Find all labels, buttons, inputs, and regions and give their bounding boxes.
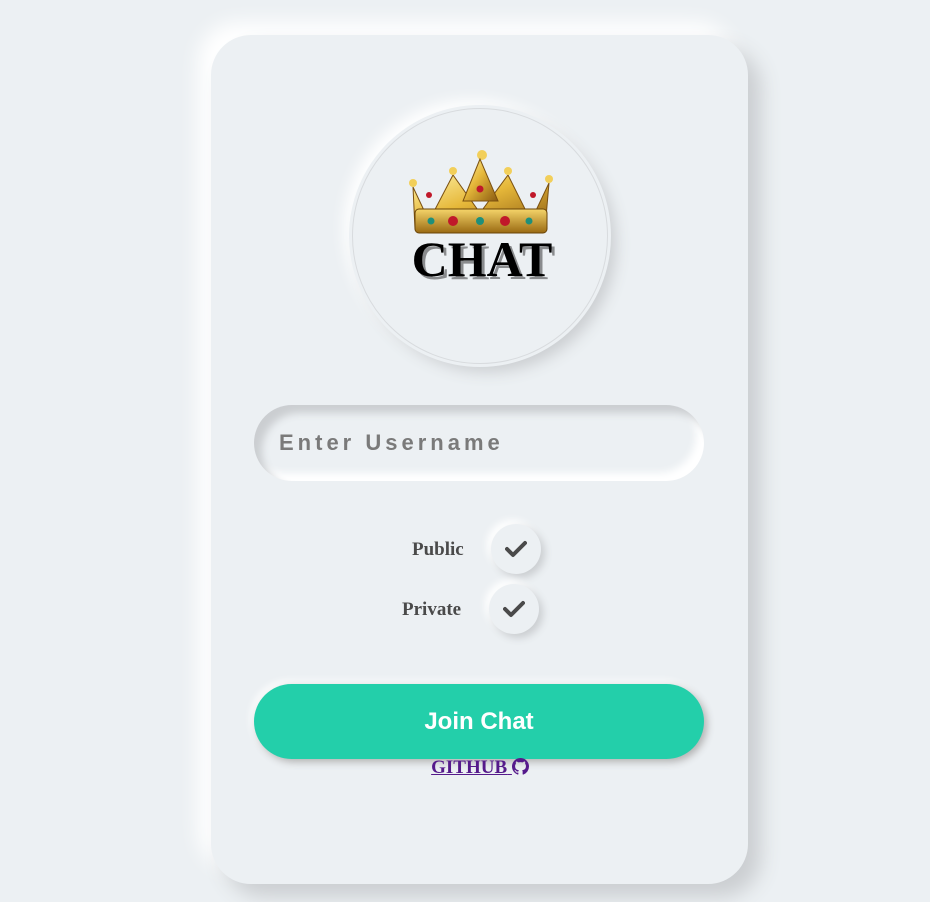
github-link[interactable]: GITHUB	[0, 757, 930, 779]
github-link-label: GITHUB	[431, 757, 508, 778]
public-label: Public	[412, 539, 464, 560]
private-checkbox[interactable]	[489, 584, 539, 634]
logo-text: CHAT	[412, 231, 553, 287]
chat-logo: CHAT CHAT	[352, 108, 608, 364]
join-chat-button[interactable]: Join Chat	[254, 684, 704, 759]
private-label: Private	[402, 599, 462, 620]
checkmark-icon	[505, 541, 527, 557]
github-icon	[511, 758, 529, 775]
username-input[interactable]	[254, 405, 704, 481]
public-checkbox[interactable]	[491, 524, 541, 574]
checkmark-icon	[503, 601, 525, 617]
crown-icon: CHAT CHAT	[409, 150, 555, 290]
